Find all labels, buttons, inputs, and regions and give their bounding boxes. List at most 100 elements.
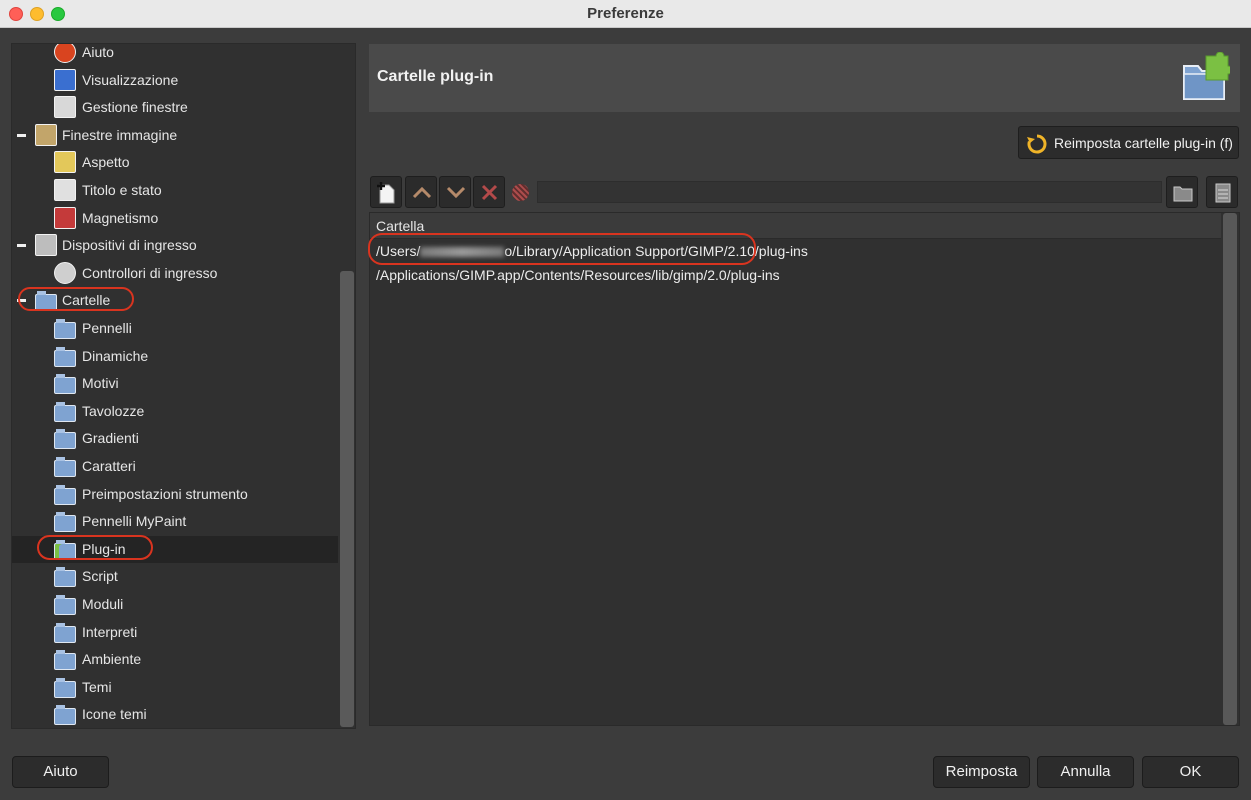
column-header-label: Cartella bbox=[376, 218, 425, 234]
tree-item-dinamiche[interactable]: Dinamiche bbox=[12, 343, 338, 370]
tree-item-label: Gradienti bbox=[82, 430, 139, 447]
move-down-button[interactable] bbox=[439, 176, 471, 208]
collapse-icon[interactable] bbox=[17, 244, 26, 248]
redacted-username bbox=[420, 247, 505, 258]
tree-item-label: Gestione finestre bbox=[82, 99, 188, 116]
tree-item-visualizzazione[interactable]: Visualizzazione bbox=[12, 67, 338, 94]
interpreters-folder-icon bbox=[54, 622, 76, 643]
add-folder-button[interactable] bbox=[370, 176, 402, 208]
tree-item-label: Icone temi bbox=[82, 706, 147, 723]
list-item-system-plugins[interactable]: /Applications/GIMP.app/Contents/Resource… bbox=[376, 267, 780, 283]
plugins-folder-icon bbox=[54, 539, 76, 560]
fonts-folder-icon bbox=[54, 457, 76, 477]
tree-item-dispositivi-di-ingresso[interactable]: Dispositivi di ingresso bbox=[12, 232, 338, 259]
tree-item-script[interactable]: Script bbox=[12, 563, 338, 590]
tree-item-controllori-di-ingresso[interactable]: Controllori di ingresso bbox=[12, 260, 338, 287]
tree-item-preimpostazioni-strumento[interactable]: Preimpostazioni strumento bbox=[12, 481, 338, 508]
help-button[interactable]: Aiuto bbox=[12, 756, 109, 788]
tree-item-interpreti[interactable]: Interpreti bbox=[12, 619, 338, 646]
tree-item-label: Interpreti bbox=[82, 623, 138, 640]
folder-path-input[interactable] bbox=[537, 181, 1162, 203]
tree-item-label: Dispositivi di ingresso bbox=[62, 237, 197, 254]
tree-item-label: Magnetismo bbox=[82, 209, 159, 226]
tree-item-label: Aspetto bbox=[82, 154, 130, 171]
tree-item-label: Visualizzazione bbox=[82, 71, 179, 88]
page-title: Cartelle plug-in bbox=[377, 68, 494, 85]
reset-plugin-folders-button[interactable]: Reimposta cartelle plug-in (f) bbox=[1018, 126, 1239, 159]
tree-item-aiuto[interactable]: Aiuto bbox=[12, 44, 338, 66]
tree-item-icone-temi[interactable]: Icone temi bbox=[12, 701, 338, 728]
collapse-icon[interactable] bbox=[17, 299, 26, 303]
tree-item-label: Pennelli bbox=[82, 320, 132, 336]
icon-themes-folder-icon bbox=[54, 705, 76, 726]
tool-presets-folder-icon bbox=[54, 484, 76, 505]
window-title: Preferenze bbox=[587, 5, 664, 22]
browse-folder-button[interactable] bbox=[1166, 176, 1198, 208]
dynamics-folder-icon bbox=[54, 346, 76, 367]
writable-toggle-icon[interactable] bbox=[512, 184, 529, 201]
input-devices-icon bbox=[35, 234, 57, 257]
delete-x-icon bbox=[481, 184, 498, 201]
tree-item-label: Plug-in bbox=[82, 540, 126, 557]
tree-item-finestre-immagine[interactable]: Finestre immagine bbox=[12, 122, 338, 149]
tree-item-label: Titolo e stato bbox=[82, 182, 162, 198]
edit-path-button[interactable] bbox=[1206, 176, 1238, 208]
cancel-button[interactable]: Annulla bbox=[1037, 756, 1134, 788]
tree-item-label: Cartelle bbox=[62, 292, 111, 309]
page-header: Cartelle plug-in bbox=[369, 44, 1240, 112]
tree-item-gestione-finestre[interactable]: Gestione finestre bbox=[12, 94, 338, 121]
tree-item-label: Motivi bbox=[82, 375, 119, 392]
scripts-folder-icon bbox=[54, 567, 76, 588]
tree-item-label: Controllori di ingresso bbox=[82, 264, 218, 281]
preferences-tree: Aiuto Visualizzazione Gestione finestre Fin… bbox=[11, 43, 356, 729]
folders-icon bbox=[35, 291, 57, 312]
gradients-folder-icon bbox=[54, 429, 76, 450]
tree-item-label: Dinamiche bbox=[82, 347, 149, 364]
tree-scrollbar[interactable] bbox=[340, 271, 354, 727]
window-management-icon bbox=[54, 96, 76, 119]
tree-item-label: Aiuto bbox=[82, 44, 114, 60]
collapse-icon[interactable] bbox=[17, 133, 26, 137]
delete-folder-button[interactable] bbox=[473, 176, 505, 208]
tree-item-tavolozze[interactable]: Tavolozze bbox=[12, 398, 338, 425]
folder-open-icon bbox=[1173, 186, 1193, 202]
folder-path: /Applications/GIMP.app/Contents/Resource… bbox=[376, 267, 780, 283]
tree-item-magnetismo[interactable]: Magnetismo bbox=[12, 205, 338, 232]
arrow-down-icon bbox=[446, 186, 466, 199]
tree-item-plug-in[interactable]: Plug-in bbox=[12, 535, 338, 563]
arrow-up-icon bbox=[412, 186, 432, 199]
folder-path-prefix: /Users/ bbox=[376, 243, 421, 259]
ok-button[interactable]: OK bbox=[1142, 756, 1239, 788]
image-window-icon bbox=[35, 123, 57, 146]
title-bar: Preferenze bbox=[0, 0, 1251, 28]
tree-item-pennelli-mypaint[interactable]: Pennelli MyPaint bbox=[12, 508, 338, 535]
help-lifebuoy-icon bbox=[54, 44, 76, 63]
title-status-icon bbox=[54, 179, 76, 201]
tree-item-cartelle[interactable]: Cartelle bbox=[12, 287, 338, 314]
tree-item-temi[interactable]: Temi bbox=[12, 674, 338, 701]
reset-arrow-icon bbox=[1027, 134, 1047, 154]
brushes-folder-icon bbox=[54, 319, 76, 339]
tree-item-gradienti[interactable]: Gradienti bbox=[12, 425, 338, 452]
move-up-button[interactable] bbox=[405, 176, 437, 208]
tree-item-label: Caratteri bbox=[82, 458, 136, 474]
folder-list: Cartella /Users/o/Library/Application Su… bbox=[369, 212, 1240, 726]
reset-plugin-folders-label: Reimposta cartelle plug-in (f) bbox=[1054, 135, 1233, 151]
tree-item-pennelli[interactable]: Pennelli bbox=[12, 315, 338, 342]
modules-folder-icon bbox=[54, 595, 76, 615]
tree-item-motivi[interactable]: Motivi bbox=[12, 370, 338, 397]
display-icon bbox=[54, 68, 76, 91]
reset-button[interactable]: Reimposta bbox=[933, 756, 1030, 788]
list-column-header[interactable]: Cartella bbox=[370, 213, 1221, 239]
tree-item-caratteri[interactable]: Caratteri bbox=[12, 453, 338, 480]
tree-item-titolo-e-stato[interactable]: Titolo e stato bbox=[12, 177, 338, 204]
plugin-folder-icon bbox=[1183, 52, 1230, 100]
tree-item-moduli[interactable]: Moduli bbox=[12, 591, 338, 618]
list-scrollbar[interactable] bbox=[1223, 213, 1237, 725]
tree-item-label: Temi bbox=[82, 678, 112, 695]
tree-item-aspetto[interactable]: Aspetto bbox=[12, 149, 338, 176]
patterns-folder-icon bbox=[54, 374, 76, 395]
tree-item-label: Script bbox=[82, 568, 118, 585]
list-item-user-plugins[interactable]: /Users/o/Library/Application Support/GIM… bbox=[376, 243, 808, 259]
tree-item-ambiente[interactable]: Ambiente bbox=[12, 646, 338, 673]
